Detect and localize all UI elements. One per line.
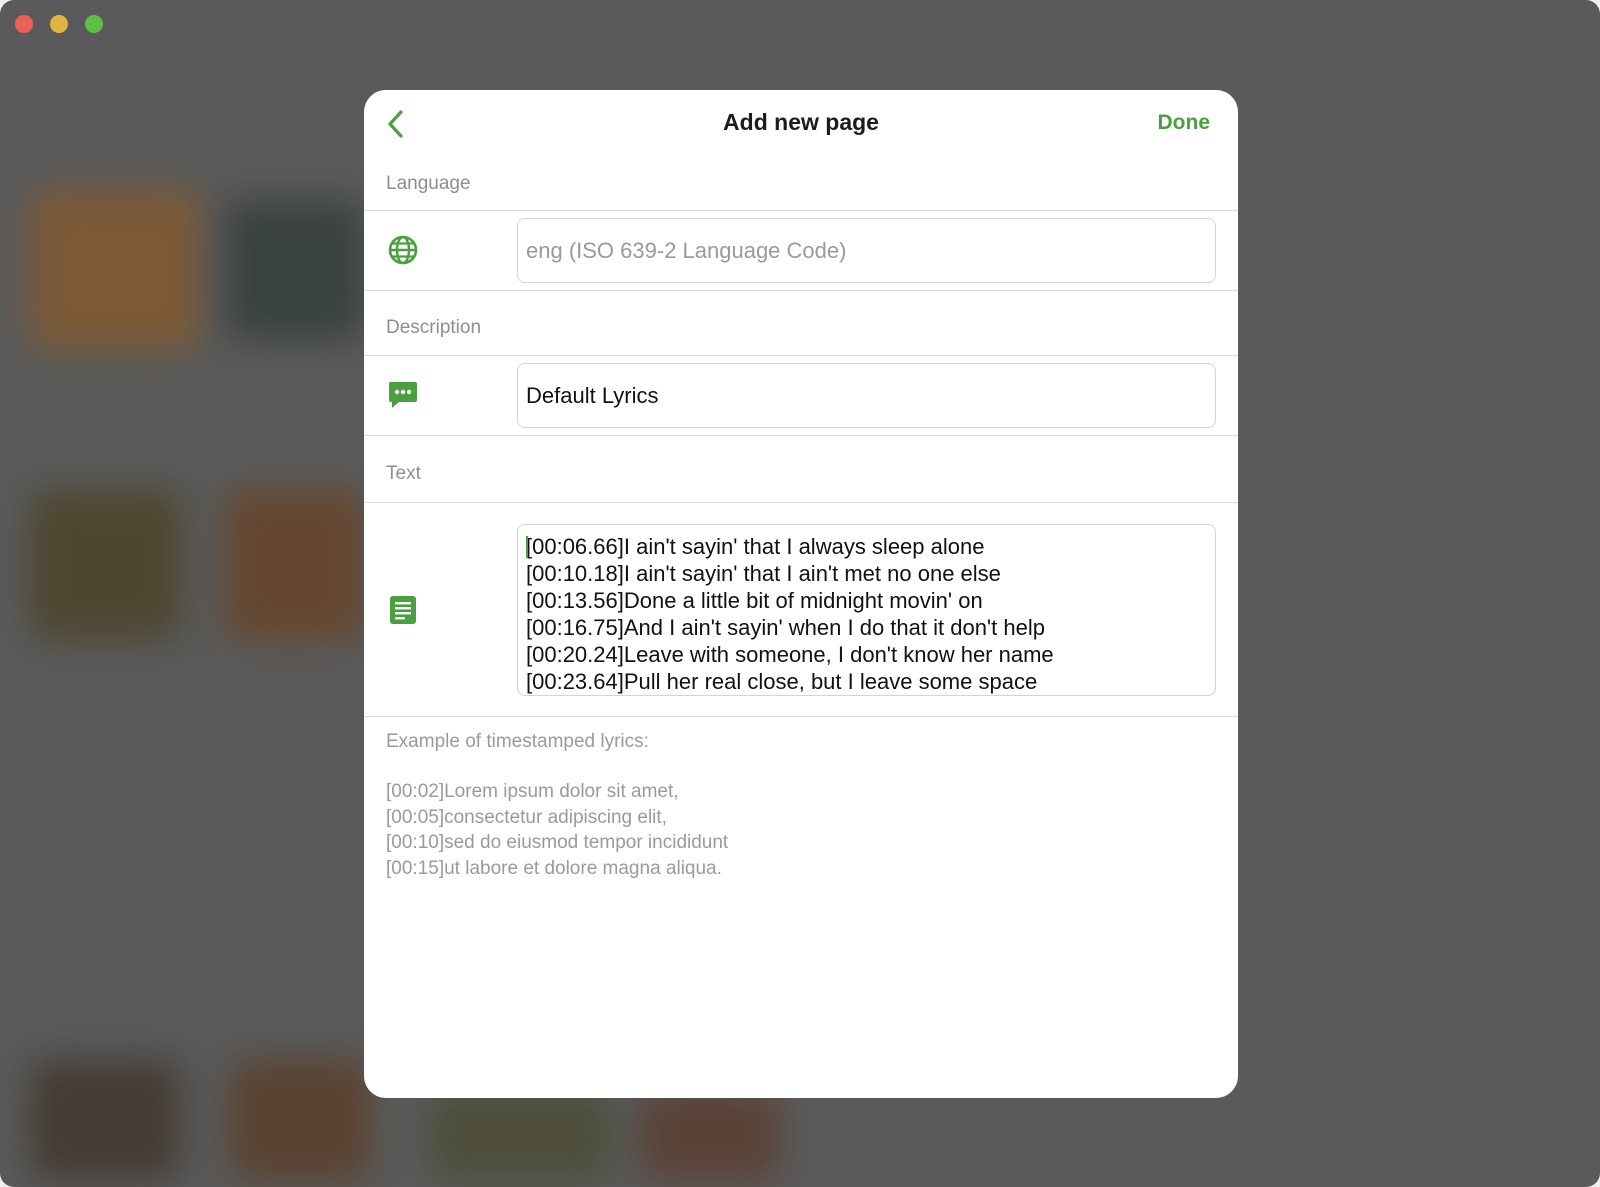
text-caret bbox=[526, 536, 528, 558]
lyric-line: [00:10.18]I ain't sayin' that I ain't me… bbox=[526, 561, 1001, 586]
example-line: [00:10]sed do eiusmod tempor incididunt bbox=[386, 832, 729, 853]
background-album-tile bbox=[30, 190, 200, 350]
window-maximize-button[interactable] bbox=[85, 15, 103, 33]
language-section-header: Language bbox=[386, 173, 471, 194]
description-row: Default Lyrics bbox=[364, 355, 1238, 436]
background-album-tile bbox=[225, 200, 365, 340]
example-line: [00:15]ut labore et dolore magna aliqua. bbox=[386, 857, 722, 879]
window-minimize-button[interactable] bbox=[50, 15, 68, 33]
globe-icon bbox=[386, 233, 420, 267]
window-close-button[interactable] bbox=[15, 15, 33, 33]
example-heading: Example of timestamped lyrics: bbox=[386, 731, 649, 752]
message-bubble-icon bbox=[386, 378, 420, 412]
lyric-line: [00:23.64]Pull her real close, but I lea… bbox=[526, 669, 1038, 694]
example-footer: Example of timestamped lyrics: [00:02]Lo… bbox=[364, 717, 1238, 881]
lyrics-textarea[interactable]: [00:06.66]I ain't sayin' that I always s… bbox=[517, 524, 1216, 696]
lyric-line: [00:20.24]Leave with someone, I don't kn… bbox=[526, 642, 1054, 667]
lyric-line: [00:13.56]Done a little bit of midnight … bbox=[526, 588, 983, 613]
background-album-tile bbox=[30, 1060, 180, 1180]
language-input[interactable]: eng (ISO 639-2 Language Code) bbox=[517, 218, 1216, 283]
document-text-icon bbox=[386, 593, 420, 627]
language-row: eng (ISO 639-2 Language Code) bbox=[364, 210, 1238, 291]
text-section-header: Text bbox=[386, 463, 421, 484]
example-line: [00:05]consectetur adipiscing elit, bbox=[386, 806, 667, 828]
add-page-dialog: Add new page Done Language eng (ISO 639-… bbox=[364, 90, 1238, 1098]
text-row: [00:06.66]I ain't sayin' that I always s… bbox=[364, 502, 1238, 717]
done-button[interactable]: Done bbox=[1158, 111, 1211, 135]
background-album-tile bbox=[225, 490, 365, 640]
app-window: Add new page Done Language eng (ISO 639-… bbox=[0, 0, 1600, 1187]
background-album-tile bbox=[430, 1090, 610, 1180]
description-section-header: Description bbox=[386, 317, 482, 338]
background-album-tile bbox=[230, 1060, 370, 1180]
example-line: [00:02]Lorem ipsum dolor sit amet, bbox=[386, 781, 679, 802]
lyric-line: [00:16.75]And I ain't sayin' when I do t… bbox=[526, 615, 1045, 640]
background-album-tile bbox=[30, 490, 180, 640]
dialog-nav-bar: Add new page Done bbox=[364, 90, 1238, 158]
dialog-title: Add new page bbox=[723, 109, 879, 135]
background-album-tile bbox=[640, 1090, 780, 1180]
description-input[interactable]: Default Lyrics bbox=[517, 363, 1216, 428]
lyric-line: [00:06.66]I ain't sayin' that I always s… bbox=[526, 534, 985, 559]
